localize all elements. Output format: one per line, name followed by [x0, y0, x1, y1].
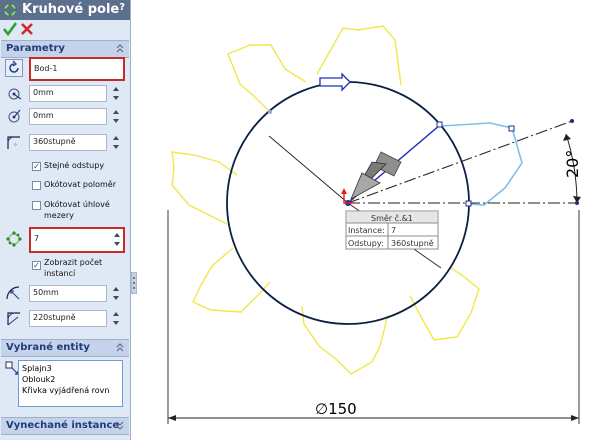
section-vybrane-entity-header[interactable]: Vybrané entity [1, 339, 129, 357]
section-vynechane-instance-title: Vynechané instance [6, 420, 120, 431]
property-manager-panel: Kruhové pole ? Parametry Bod-1 0mm 0mm °… [0, 0, 131, 440]
checkmark-icon: ✓ [33, 162, 40, 171]
show-instance-count-checkbox[interactable]: ✓ [32, 261, 41, 270]
checkmark-icon: ✓ [33, 261, 40, 270]
arrow-head-icon [563, 134, 571, 141]
sketch-points [268, 110, 579, 207]
instances-count-icon [6, 231, 22, 247]
panel-titlebar: Kruhové pole ? [0, 0, 130, 20]
help-button[interactable]: ? [119, 2, 125, 13]
angle-spacing-icon: ° [7, 136, 20, 150]
x-spinner-icon[interactable] [112, 85, 120, 102]
equal-spacing-checkbox[interactable]: ✓ [32, 162, 41, 171]
y-coordinate-icon [8, 109, 21, 123]
list-item[interactable]: Splajn3 [22, 363, 119, 374]
dimension-radius-checkbox[interactable] [32, 181, 41, 190]
petal-top [316, 25, 402, 86]
callout-spacing-label: Odstupy: [348, 239, 384, 248]
dimension-radius-label: Okótovat poloměr [44, 180, 116, 189]
callout-instances-label: Instance: [348, 226, 385, 235]
callout-title: Směr č.&1 [371, 213, 413, 223]
arc-angle-spinner-icon[interactable] [112, 310, 120, 327]
list-item[interactable]: Oblouk2 [22, 374, 119, 385]
list-item[interactable]: Křivka vyjádřená rovn [22, 385, 119, 396]
callout-instances-value[interactable]: 7 [391, 226, 396, 235]
petal-lower-right [409, 267, 480, 341]
direction-arrow-icon[interactable] [319, 72, 351, 92]
instances-spinner-icon[interactable] [113, 231, 121, 248]
equal-spacing-label: Stejné odstupy [44, 161, 105, 170]
instances-input[interactable]: 7 [29, 227, 125, 253]
petal-lower-left [192, 247, 271, 313]
dimension-angular-label-2: mezery [44, 211, 74, 220]
show-instance-count-label-1: Zobrazit počet [44, 258, 103, 267]
circular-pattern-icon [3, 3, 17, 17]
x-coordinate-icon [8, 88, 22, 100]
angle-dimension-text[interactable]: 20° [563, 150, 582, 178]
graphics-area[interactable]: 20° ∅150 Směr č.&1 Instance: 7 Odstupy: [131, 0, 590, 440]
petal-upper-left [227, 44, 307, 113]
radius-icon [6, 286, 20, 300]
collapse-chevron-icon[interactable] [115, 341, 125, 353]
svg-text:°: ° [14, 143, 17, 150]
angle-spinner-icon[interactable] [112, 134, 120, 151]
arc-angle-icon [7, 312, 20, 326]
total-angle-input[interactable]: 360stupně [29, 134, 107, 151]
direction-arrow-3d-icon[interactable] [350, 151, 402, 200]
x-coordinate-input[interactable]: 0mm [29, 85, 107, 102]
ok-cancel-row [0, 20, 130, 40]
cancel-x-icon[interactable] [20, 21, 34, 37]
dimension-angular-checkbox[interactable] [32, 201, 41, 210]
arrow-head-icon [168, 415, 176, 421]
radius-input[interactable]: 50mm [29, 285, 107, 302]
center-point-field[interactable]: Bod-1 [29, 57, 125, 81]
arrow-head-icon [571, 415, 579, 421]
ok-checkmark-icon[interactable] [3, 21, 17, 37]
rotate-direction-icon[interactable] [5, 59, 23, 77]
callout-spacing-value[interactable]: 360stupně [391, 239, 434, 248]
section-vynechane-instance-header[interactable]: Vynechané instance [1, 417, 129, 435]
selected-petal[interactable] [440, 122, 523, 206]
section-vybrane-entity-title: Vybrané entity [6, 342, 90, 353]
y-coordinate-input[interactable]: 0mm [29, 108, 107, 125]
diameter-dimension-text[interactable]: ∅150 [315, 400, 357, 418]
radius-spinner-icon[interactable] [112, 285, 120, 302]
dimension-angular-label-1: Okótovat úhlové [44, 200, 110, 209]
section-parametry-title: Parametry [6, 43, 65, 54]
expand-chevron-icon[interactable] [115, 419, 125, 431]
section-parametry-header[interactable]: Parametry [1, 40, 129, 58]
radius-line-upper [268, 135, 349, 204]
selected-entities-list[interactable]: Splajn3 Oblouk2 Křivka vyjádřená rovn [18, 360, 123, 407]
petal-bottom [301, 305, 389, 375]
collapse-chevron-icon[interactable] [115, 42, 125, 54]
arc-angle-input[interactable]: 220stupně [29, 310, 107, 327]
show-instance-count-label-2: instancí [44, 269, 76, 278]
arrow-head-icon [341, 188, 347, 194]
y-spinner-icon[interactable] [112, 108, 120, 125]
panel-title: Kruhové pole [22, 2, 120, 17]
pattern-callout[interactable]: Směr č.&1 Instance: 7 Odstupy: 360stupně [345, 210, 439, 250]
